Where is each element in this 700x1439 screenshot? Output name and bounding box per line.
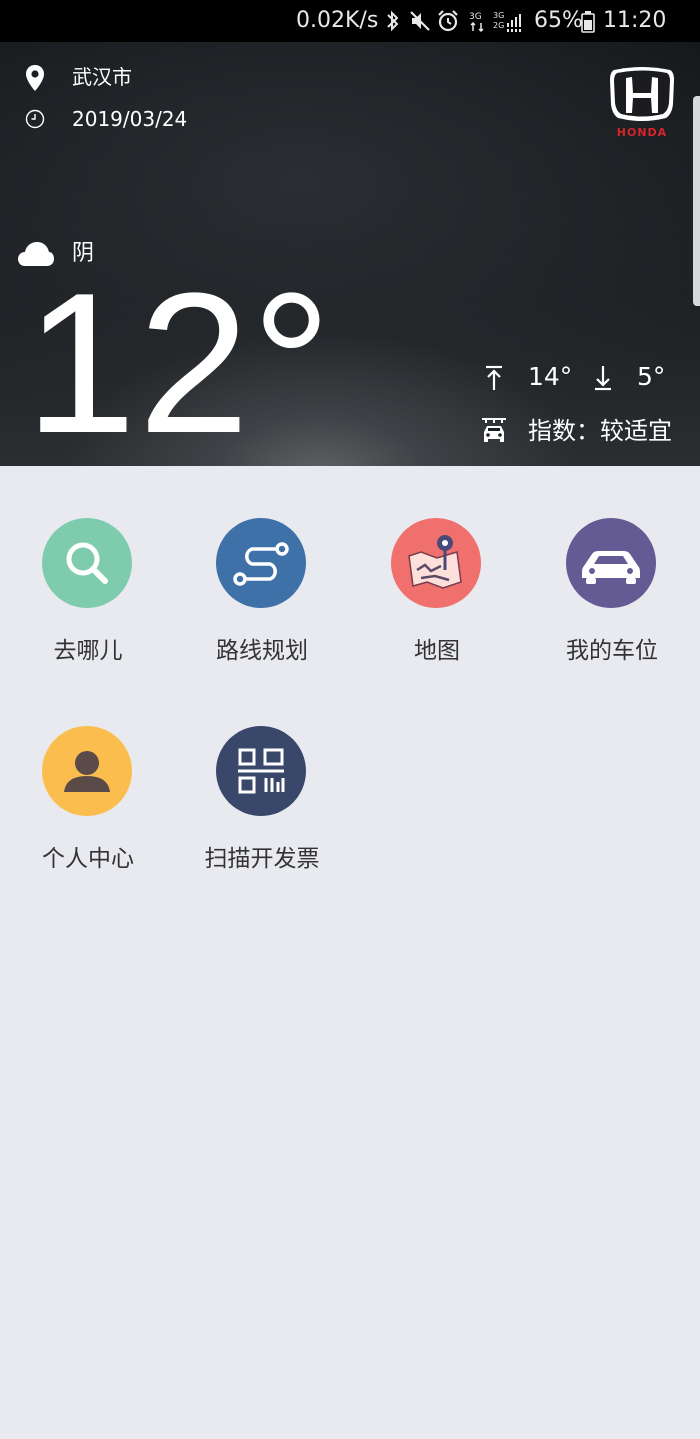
temperature-high: 14° <box>528 362 573 391</box>
car-wash-index: 指数：较适宜 <box>528 417 672 445</box>
clock-icon <box>25 109 45 129</box>
app-tile-destination[interactable]: 去哪儿 <box>0 466 176 664</box>
location-city: 武汉市 <box>72 65 132 89</box>
app-label: 地图 <box>414 638 460 664</box>
route-icon <box>233 542 289 586</box>
app-icon-circle <box>566 518 656 608</box>
net-speed: 0.02K/s <box>296 8 379 33</box>
arrow-down-icon <box>595 366 611 391</box>
app-label: 我的车位 <box>566 638 658 664</box>
app-label: 去哪儿 <box>53 638 123 664</box>
current-date: 2019/03/24 <box>72 107 188 131</box>
battery-percent: 65% <box>534 8 583 33</box>
battery-icon <box>581 11 595 40</box>
search-icon <box>66 542 108 584</box>
app-tile-personal-center[interactable]: 个人中心 <box>0 674 176 872</box>
location-pin-icon <box>26 65 44 91</box>
app-tile-my-parking[interactable]: 我的车位 <box>524 466 700 664</box>
car-wash-icon <box>482 418 506 442</box>
side-drawer-handle[interactable] <box>693 96 700 306</box>
weather-header: 武汉市 2019/03/24 HONDA 阴 12° 14° 5° 指数：较适宜 <box>0 42 700 466</box>
app-icon-circle <box>42 726 132 816</box>
alarm-icon <box>436 9 460 40</box>
signal-icon: 3G 2G <box>493 9 527 40</box>
app-label: 扫描开发票 <box>204 846 320 872</box>
mute-icon <box>408 9 432 40</box>
app-icon-circle <box>216 726 306 816</box>
app-label: 个人中心 <box>42 846 134 872</box>
network-3g-label: 3G <box>469 12 482 22</box>
current-temperature: 12° <box>25 252 334 466</box>
car-icon <box>582 551 640 584</box>
person-icon <box>64 751 110 792</box>
app-icon-circle <box>42 518 132 608</box>
app-tile-route-planning[interactable]: 路线规划 <box>174 466 350 664</box>
app-tile-scan-invoice[interactable]: 扫描开发票 <box>174 674 350 872</box>
network-3g-icon: 3G <box>467 9 489 40</box>
honda-logo-wordmark: HONDA <box>616 126 668 139</box>
temperature-low: 5° <box>637 362 666 391</box>
arrow-up-icon <box>486 365 502 390</box>
clock-time: 11:20 <box>603 8 667 33</box>
app-tile-map[interactable]: 地图 <box>349 466 525 664</box>
app-icon-circle <box>216 518 306 608</box>
qr-scan-icon <box>238 748 285 794</box>
map-icon <box>408 535 462 589</box>
svg-text:2G: 2G <box>493 21 504 30</box>
app-icon-circle <box>391 518 481 608</box>
svg-text:3G: 3G <box>493 11 504 20</box>
app-label: 路线规划 <box>216 638 308 664</box>
status-bar: 0.02K/s 3G 3G 2G 65% 11:20 <box>0 0 700 42</box>
bluetooth-icon <box>384 9 402 40</box>
